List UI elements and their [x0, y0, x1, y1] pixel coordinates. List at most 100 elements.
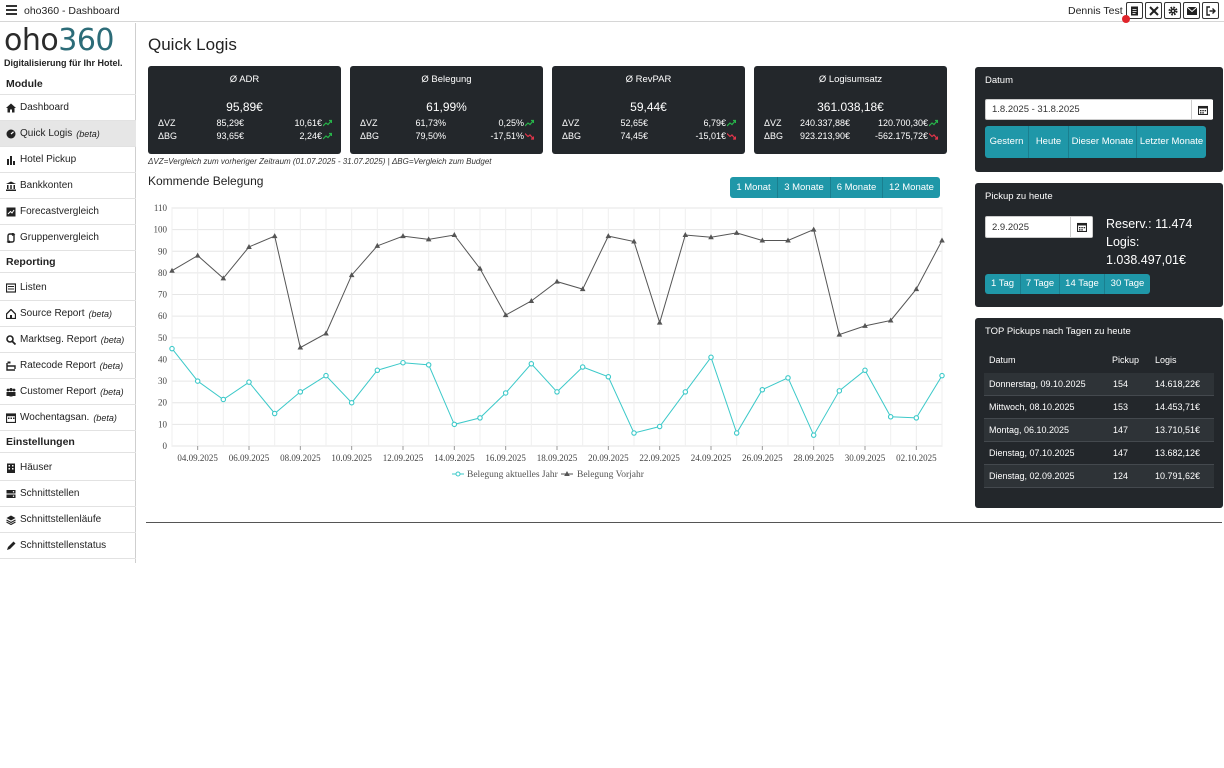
- logo[interactable]: oho360 Digitalisierung für Ihr Hotel.: [4, 25, 134, 73]
- data-point: [502, 390, 509, 396]
- kpi-compare-value: 923.213,90€: [799, 131, 850, 141]
- kpi-delta-row: ΔVZ 85,29€ 10,61€: [158, 118, 332, 130]
- x-tick-label: 26.09.2025: [742, 453, 783, 463]
- occupancy-line-chart: 0 10 20 30 40 50 60 70 80 90 100 110 04.09.2025 06.09…: [154, 203, 945, 480]
- sidebar-item-hotel-pickup[interactable]: Hotel Pickup: [0, 147, 136, 173]
- document-icon: [1131, 6, 1138, 15]
- settings-button[interactable]: [1164, 2, 1181, 19]
- data-point: [451, 421, 458, 428]
- table-row[interactable]: Mittwoch, 08.10.2025 153 14.453,71€: [984, 396, 1214, 419]
- today-button[interactable]: Heute: [1029, 126, 1069, 158]
- range-6-months-button[interactable]: 6 Monate: [831, 177, 883, 198]
- data-point: [733, 430, 740, 436]
- kpi-delta-value: 0,25%: [498, 118, 524, 128]
- sidebar-item-schnittstellenlaeufe[interactable]: Schnittstellenläufe: [0, 507, 136, 533]
- table-row[interactable]: Montag, 06.10.2025 147 13.710,51€: [984, 419, 1214, 442]
- data-point: [400, 359, 406, 366]
- sidebar-item-customer-report[interactable]: Customer Report (beta): [0, 379, 136, 405]
- kpi-delta-label: ΔBG: [764, 131, 784, 141]
- forecast-icon: [6, 207, 16, 216]
- sidebar: oho360 Digitalisierung für Ihr Hotel. Mo…: [0, 23, 136, 563]
- data-point: [939, 372, 945, 379]
- sidebar-section-module: Module: [0, 73, 136, 95]
- sidebar-item-marktseg-report[interactable]: Marktseg. Report (beta): [0, 327, 136, 353]
- range-12-months-button[interactable]: 12 Monate: [883, 177, 940, 198]
- pickup-14-days-button[interactable]: 14 Tage: [1060, 274, 1105, 294]
- data-point: [194, 252, 201, 258]
- sidebar-item-schnittstellen[interactable]: Schnittstellen: [0, 481, 136, 507]
- notification-dot: [1122, 15, 1130, 23]
- search-icon: [6, 334, 16, 345]
- data-point: [913, 415, 920, 421]
- data-point: [169, 267, 175, 273]
- data-point: [477, 415, 483, 421]
- pickup-calendar-button[interactable]: [1070, 217, 1092, 237]
- trend-up-icon: [323, 132, 332, 140]
- trend-down-icon: [929, 133, 938, 140]
- data-point: [682, 389, 689, 395]
- this-month-button[interactable]: Dieser Monate: [1069, 126, 1137, 158]
- pickup-logis-label: Logis:: [1106, 235, 1140, 249]
- data-point: [605, 233, 612, 239]
- x-tick-label: 02.10.2025: [896, 453, 937, 463]
- data-point: [682, 232, 689, 238]
- sidebar-item-listen[interactable]: Listen: [0, 275, 136, 301]
- sidebar-item-dashboard[interactable]: Dashboard: [0, 95, 136, 121]
- y-tick-label: 60: [158, 311, 168, 321]
- building-icon: [7, 463, 15, 473]
- table-row[interactable]: Dienstag, 07.10.2025 147 13.682,12€: [984, 442, 1214, 465]
- date-range-calendar-button[interactable]: [1191, 100, 1213, 119]
- bank-icon: [6, 181, 16, 191]
- table-row[interactable]: Donnerstag, 09.10.2025 154 14.618,22€: [984, 373, 1214, 396]
- sidebar-item-wochentagsan[interactable]: Wochentagsan. (beta): [0, 405, 136, 431]
- kpi-value: 361.038,18€: [817, 100, 884, 114]
- tools-button[interactable]: [1145, 2, 1162, 19]
- pickup-7-days-button[interactable]: 7 Tage: [1021, 274, 1060, 294]
- data-point: [528, 361, 535, 367]
- hamburger-menu-icon[interactable]: [6, 5, 17, 15]
- sidebar-item-bankkonten[interactable]: Bankkonten: [0, 173, 136, 199]
- sidebar-item-haeuser[interactable]: Häuser: [0, 455, 136, 481]
- pickup-30-days-button[interactable]: 30 Tage: [1105, 274, 1150, 294]
- sidebar-item-ratecode-report[interactable]: Ratecode Report (beta): [0, 353, 136, 379]
- kpi-compare-value: 240.337,88€: [799, 118, 850, 128]
- data-point: [862, 367, 868, 374]
- data-point: [554, 389, 560, 395]
- last-month-button[interactable]: Letzter Monate: [1137, 126, 1206, 158]
- sidebar-item-schnittstellenstatus[interactable]: Schnittstellenstatus: [0, 533, 136, 559]
- mail-button[interactable]: [1183, 2, 1200, 19]
- top-pickups-title: TOP Pickups nach Tagen zu heute: [985, 326, 1131, 337]
- list-icon: [6, 282, 16, 293]
- kpi-card: Ø Belegung 61,99% ΔVZ 61,73% 0,25% ΔBG 79,50% -…: [350, 66, 543, 154]
- kpi-compare-value: 52,65€: [620, 118, 648, 128]
- data-point: [451, 232, 458, 238]
- sidebar-item-gruppenvergleich[interactable]: Gruppenvergleich: [0, 225, 136, 251]
- range-1-month-button[interactable]: 1 Monat: [730, 177, 778, 198]
- kpi-title: Ø Logisumsatz: [818, 74, 883, 85]
- customers-icon: [6, 387, 16, 396]
- logout-button[interactable]: [1202, 2, 1219, 19]
- date-range-input[interactable]: 1.8.2025 - 31.8.2025: [985, 99, 1213, 120]
- range-3-months-button[interactable]: 3 Monate: [778, 177, 831, 198]
- pickup-1-day-button[interactable]: 1 Tag: [985, 274, 1021, 294]
- logout-icon: [1205, 5, 1216, 16]
- table-row[interactable]: Dienstag, 02.09.2025 124 10.791,62€: [984, 465, 1214, 488]
- kpi-compare-value: 61,73%: [415, 118, 446, 128]
- sidebar-item-quick-logis[interactable]: Quick Logis (beta): [0, 121, 136, 147]
- sidebar-item-source-report[interactable]: Source Report (beta): [0, 301, 136, 327]
- kpi-delta-value: -15,01€: [695, 131, 726, 141]
- source-icon: [6, 308, 16, 319]
- x-tick-label: 22.09.2025: [639, 453, 680, 463]
- page-title: Quick Logis: [148, 35, 237, 54]
- top-bar: oho360 - Dashboard Dennis Test: [0, 0, 1224, 23]
- sidebar-item-forecastvergleich[interactable]: Forecastvergleich: [0, 199, 136, 225]
- trend-down-icon: [727, 133, 736, 140]
- user-name[interactable]: Dennis Test: [1068, 5, 1123, 17]
- data-point: [271, 233, 278, 239]
- pickup-summary: Reserv.: 11.474 Logis: 1.038.497,01€: [1106, 215, 1192, 269]
- legend-label: Belegung Vorjahr: [577, 470, 645, 480]
- x-tick-label: 18.09.2025: [537, 453, 578, 463]
- data-point: [323, 372, 329, 379]
- data-point: [836, 388, 843, 394]
- yesterday-button[interactable]: Gestern: [985, 126, 1029, 158]
